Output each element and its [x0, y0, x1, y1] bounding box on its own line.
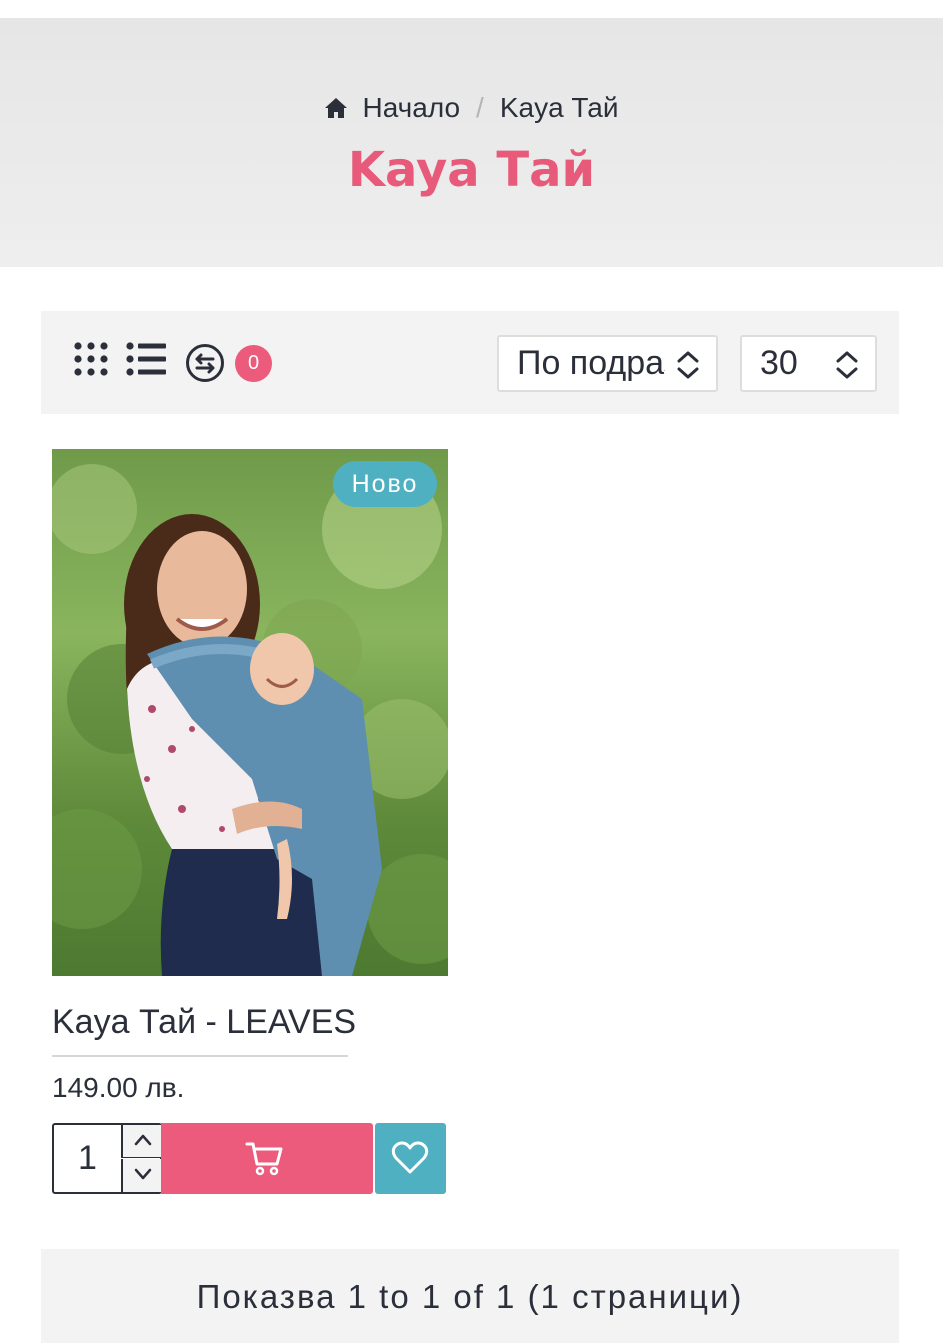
grid-view-icon[interactable]: [74, 342, 108, 376]
breadcrumb-current-link[interactable]: Kaya Тай: [500, 92, 619, 124]
limit-select[interactable]: 30: [740, 335, 877, 392]
new-badge: Ново: [333, 461, 437, 507]
page: Начало / Kaya Тай Kaya Тай 0 По подразби…: [0, 0, 943, 1343]
add-to-cart-button[interactable]: [161, 1123, 373, 1194]
breadcrumb: Начало / Kaya Тай: [0, 92, 943, 124]
product-image[interactable]: [52, 449, 448, 976]
sort-select-value: По подразбиране: [517, 344, 665, 382]
chevron-updown-icon: [836, 351, 858, 379]
compare-icon[interactable]: [185, 343, 225, 383]
sort-select[interactable]: По подразбиране: [497, 335, 718, 392]
breadcrumb-separator: /: [476, 92, 484, 123]
product-name-divider: [52, 1055, 348, 1057]
quantity-stepper: 1: [52, 1123, 162, 1194]
chevron-up-icon: [134, 1134, 152, 1146]
quantity-increase-button[interactable]: [121, 1125, 162, 1158]
product-price: 149.00 лв.: [52, 1072, 185, 1103]
add-to-wishlist-button[interactable]: [375, 1123, 446, 1194]
cart-icon: [245, 1142, 283, 1176]
product-name-link[interactable]: Kaya Тай - LEAVES: [52, 1003, 356, 1042]
list-view-icon[interactable]: [126, 342, 166, 376]
page-title: Kaya Тай: [347, 142, 596, 198]
breadcrumb-home-link[interactable]: Начало: [362, 92, 460, 124]
heart-icon: [391, 1141, 429, 1174]
quantity-decrease-button[interactable]: [121, 1159, 162, 1192]
pagination-results: Показва 1 to 1 of 1 (1 страници): [41, 1249, 899, 1343]
limit-select-value: 30: [760, 344, 798, 382]
compare-count-badge[interactable]: 0: [235, 345, 272, 382]
home-icon[interactable]: [324, 97, 348, 119]
chevron-down-icon: [134, 1168, 152, 1180]
quantity-input[interactable]: 1: [54, 1125, 121, 1192]
chevron-updown-icon: [677, 351, 699, 379]
product-photo: [52, 449, 448, 976]
